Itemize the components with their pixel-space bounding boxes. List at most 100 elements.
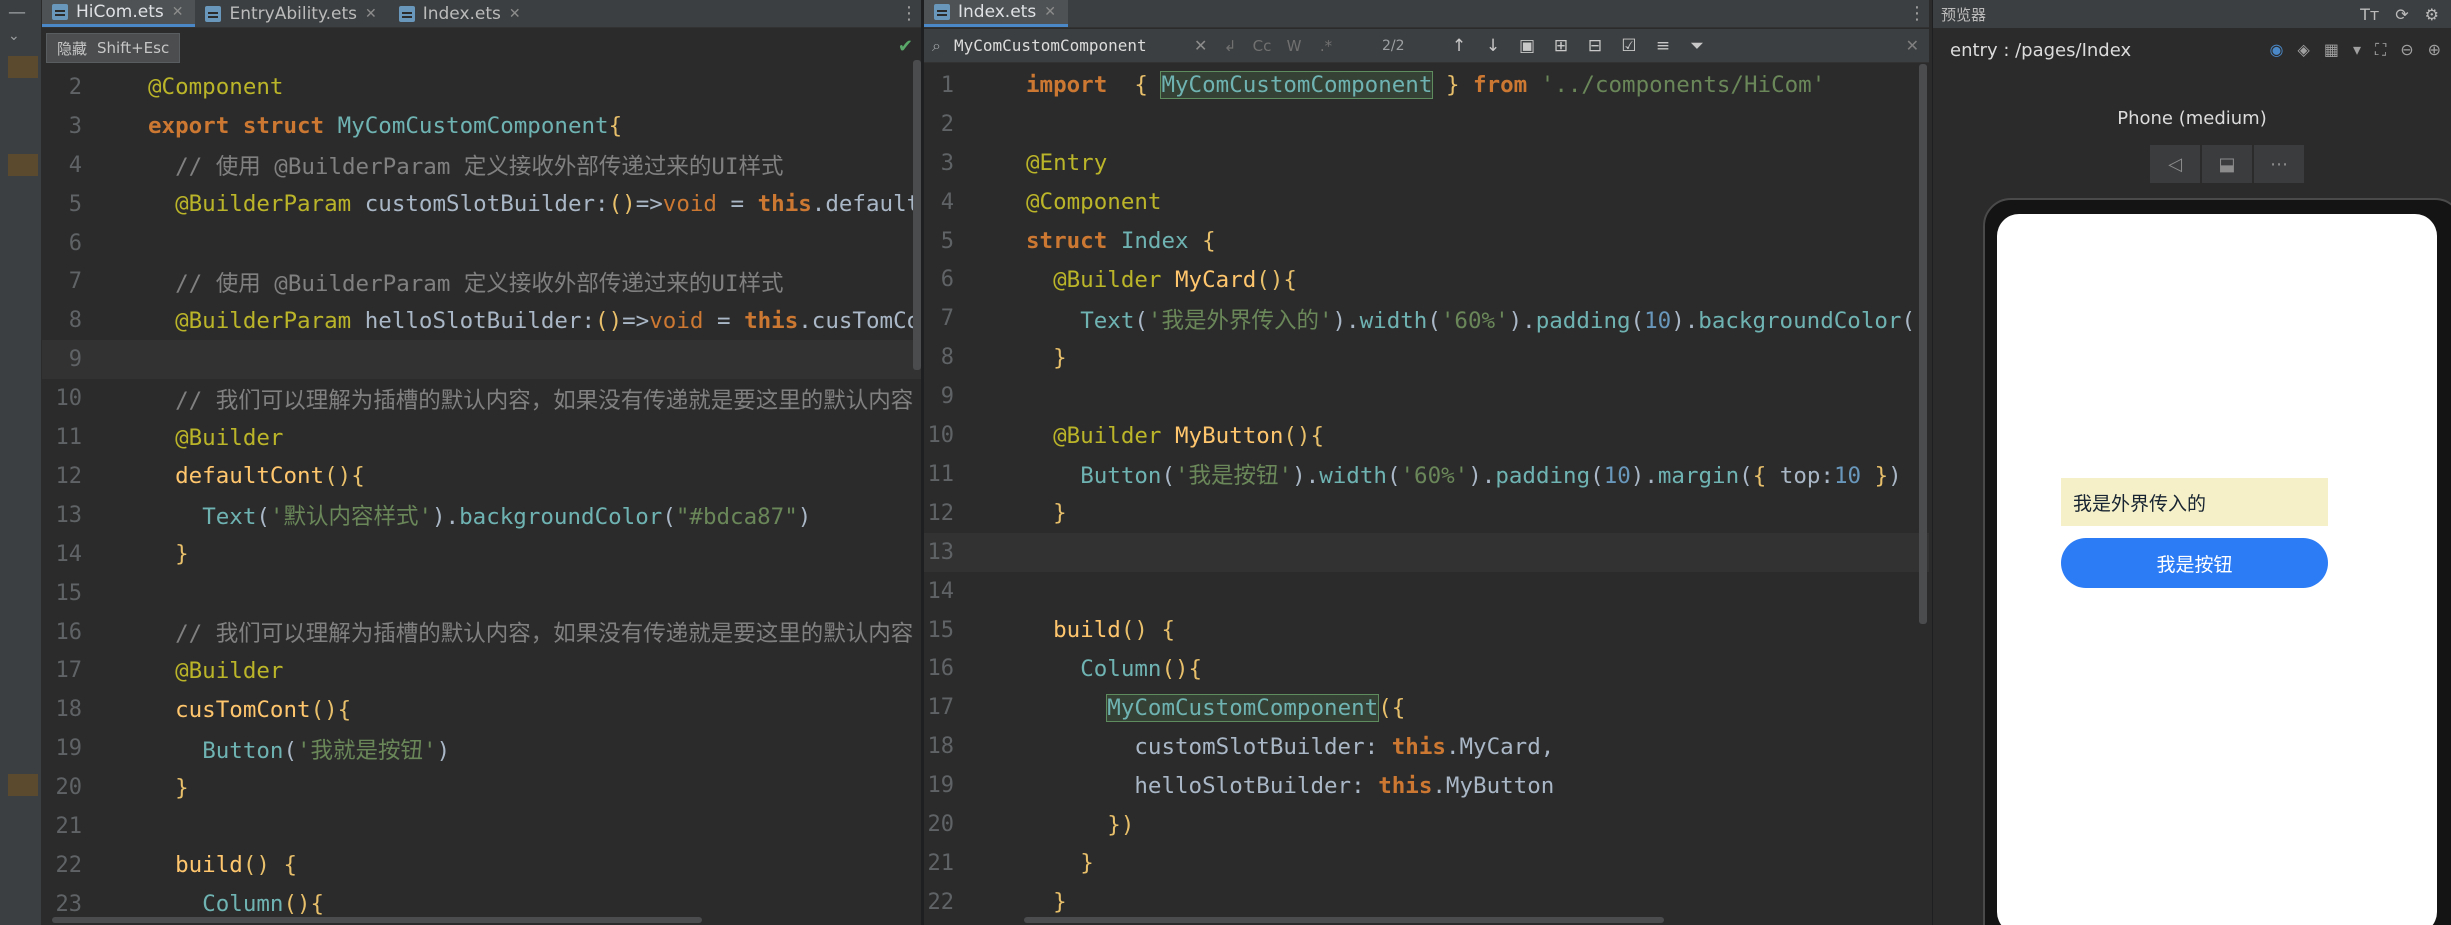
code-line[interactable]: 9 xyxy=(42,340,921,380)
code-line[interactable]: 21 } xyxy=(924,844,1929,883)
code-line[interactable]: 6 xyxy=(42,224,921,263)
words-toggle[interactable]: W xyxy=(1278,37,1310,55)
code-line[interactable]: 19 Button('我就是按钮') xyxy=(42,729,921,768)
file-icon xyxy=(205,5,222,22)
code-line[interactable]: 11 @Builder xyxy=(42,418,921,457)
code-line[interactable]: 2 @Component xyxy=(42,68,921,107)
bookmark-marker xyxy=(8,56,38,78)
code-line[interactable]: 11 Button('我是按钮').width('60%').padding(1… xyxy=(924,455,1929,494)
close-icon[interactable]: ✕ xyxy=(509,6,521,22)
arrow-down-icon[interactable]: ↓ xyxy=(1476,36,1510,56)
code-line[interactable]: 8 @BuilderParam helloSlotBuilder:()=>voi… xyxy=(42,301,921,340)
tab-hicom[interactable]: HiCom.ets ✕ xyxy=(42,0,196,27)
open-in-window-icon[interactable]: ▣ xyxy=(1510,36,1544,56)
code-line[interactable]: 13 Text('默认内容样式').backgroundColor("#bdca… xyxy=(42,496,921,535)
code-line[interactable]: 18 customSlotBuilder: this.MyCard, xyxy=(924,727,1929,766)
menu-icon[interactable]: — xyxy=(8,2,26,23)
horizontal-scrollbar[interactable] xyxy=(52,917,702,923)
code-line[interactable]: 14 xyxy=(924,572,1929,611)
layers-icon[interactable]: ◈ xyxy=(2298,40,2310,60)
remove-selection-icon[interactable]: ⊟ xyxy=(1578,36,1612,56)
zoom-in-icon[interactable]: ⊕ xyxy=(2428,40,2441,60)
regex-history-icon[interactable]: ↲ xyxy=(1214,37,1246,55)
code-line[interactable]: 12 defaultCont(){ xyxy=(42,457,921,496)
crop-icon[interactable]: ⛶ xyxy=(2375,40,2386,60)
code-line[interactable]: 4 // 使用 @BuilderParam 定义接收外部传递过来的UI样式 xyxy=(42,146,921,185)
preview-button[interactable]: 我是按钮 xyxy=(2061,538,2328,588)
code-line[interactable]: 18 cusTomCont(){ xyxy=(42,690,921,729)
code-line[interactable]: 3 @Entry xyxy=(924,144,1929,183)
refresh-icon[interactable]: ⟳ xyxy=(2395,5,2408,24)
chevron-down-icon[interactable]: ▾ xyxy=(2353,40,2361,60)
filter-icon[interactable]: ⏷ xyxy=(1680,36,1714,56)
code-text: helloSlotBuilder: this.MyButton xyxy=(1026,772,1555,799)
chevron-down-icon[interactable]: ⌄ xyxy=(8,28,20,44)
tab-entryability[interactable]: EntryAbility.ets ✕ xyxy=(195,0,388,27)
clear-search-icon[interactable]: ✕ xyxy=(1194,36,1214,55)
multiline-icon[interactable]: ≡ xyxy=(1646,36,1680,56)
eye-icon[interactable]: ◉ xyxy=(2270,40,2284,60)
more-icon[interactable]: ⋮ xyxy=(897,0,921,27)
close-find-icon[interactable]: ✕ xyxy=(1906,36,1919,55)
more-icon[interactable]: ⋮ xyxy=(1905,0,1929,27)
code-line[interactable]: 20 } xyxy=(42,768,921,807)
close-icon[interactable]: ✕ xyxy=(365,6,377,22)
code-line[interactable]: 17 @Builder xyxy=(42,652,921,691)
code-line[interactable]: 9 xyxy=(924,377,1929,416)
code-line[interactable]: 19 helloSlotBuilder: this.MyButton xyxy=(924,766,1929,805)
code-text: @Builder xyxy=(175,657,284,684)
tab-index[interactable]: Index.ets ✕ xyxy=(389,0,533,27)
line-number: 7 xyxy=(940,306,954,332)
code-line[interactable]: 20 }) xyxy=(924,805,1929,844)
select-all-icon[interactable]: ☑ xyxy=(1612,36,1646,56)
grid-icon[interactable]: ▦ xyxy=(2324,40,2339,60)
close-icon[interactable]: ✕ xyxy=(172,4,184,20)
code-line[interactable]: 16 // 我们可以理解为插槽的默认内容，如果没有传递就是要这里的默认内容 xyxy=(42,613,921,652)
code-line[interactable]: 3 export struct MyComCustomComponent{ xyxy=(42,107,921,146)
vertical-scrollbar[interactable] xyxy=(1919,64,1927,624)
code-line[interactable]: 16 Column(){ xyxy=(924,650,1929,689)
code-line[interactable]: 1 import { MyComCustomComponent } from '.… xyxy=(924,66,1929,105)
add-selection-icon[interactable]: ⊞ xyxy=(1544,36,1578,56)
code-line[interactable]: 12 } xyxy=(924,494,1929,533)
code-line[interactable]: 22 } xyxy=(924,883,1929,922)
tab-index-active[interactable]: Index.ets ✕ xyxy=(924,0,1068,27)
code-line[interactable]: 21 xyxy=(42,807,921,846)
code-line[interactable]: 6 @Builder MyCard(){ xyxy=(924,261,1929,300)
zoom-out-icon[interactable]: ⊖ xyxy=(2400,40,2413,60)
more-icon[interactable]: ⋯ xyxy=(2254,145,2304,183)
code-line[interactable]: 8 } xyxy=(924,338,1929,377)
settings-icon[interactable]: ⚙ xyxy=(2425,5,2439,24)
search-input[interactable]: MyComCustomComponent xyxy=(954,36,1194,55)
code-line[interactable]: 5 @BuilderParam customSlotBuilder:()=>vo… xyxy=(42,185,921,224)
rotate-icon[interactable]: ⬓ xyxy=(2202,145,2252,183)
code-line[interactable]: 2 xyxy=(924,105,1929,144)
line-number: 16 xyxy=(927,656,955,682)
code-line[interactable]: 22 build() { xyxy=(42,846,921,885)
back-icon[interactable]: ◁ xyxy=(2150,145,2200,183)
line-number: 20 xyxy=(927,812,955,838)
code-line[interactable]: 10 // 我们可以理解为插槽的默认内容，如果没有传递就是要这里的默认内容 xyxy=(42,379,921,418)
code-line[interactable]: 14 } xyxy=(42,535,921,574)
code-line[interactable]: 17 MyComCustomComponent({ xyxy=(924,688,1929,727)
code-text: @Builder xyxy=(175,424,284,451)
close-icon[interactable]: ✕ xyxy=(1044,4,1056,20)
code-text: @Entry xyxy=(1026,150,1108,177)
horizontal-scrollbar[interactable] xyxy=(1024,917,1664,923)
line-number: 21 xyxy=(55,814,83,840)
vertical-scrollbar[interactable] xyxy=(913,60,921,370)
code-text: struct Index { xyxy=(1026,228,1216,255)
code-line[interactable]: 7 Text('我是外界传入的').width('60%').padding(1… xyxy=(924,299,1929,338)
code-line[interactable]: 4 @Component xyxy=(924,183,1929,222)
arrow-up-icon[interactable]: ↑ xyxy=(1442,36,1476,56)
code-line[interactable]: 13 xyxy=(924,532,1929,572)
font-size-icon[interactable]: Tт xyxy=(2360,5,2379,24)
match-case-toggle[interactable]: Cc xyxy=(1246,37,1278,55)
code-line[interactable]: 5 struct Index { xyxy=(924,222,1929,261)
code-text: Button('我就是按钮') xyxy=(202,737,451,764)
code-line[interactable]: 15 xyxy=(42,574,921,613)
code-line[interactable]: 10 @Builder MyButton(){ xyxy=(924,416,1929,455)
code-line[interactable]: 7 // 使用 @BuilderParam 定义接收外部传递过来的UI样式 xyxy=(42,263,921,302)
code-line[interactable]: 15 build() { xyxy=(924,611,1929,650)
regex-toggle[interactable]: .* xyxy=(1310,37,1342,55)
